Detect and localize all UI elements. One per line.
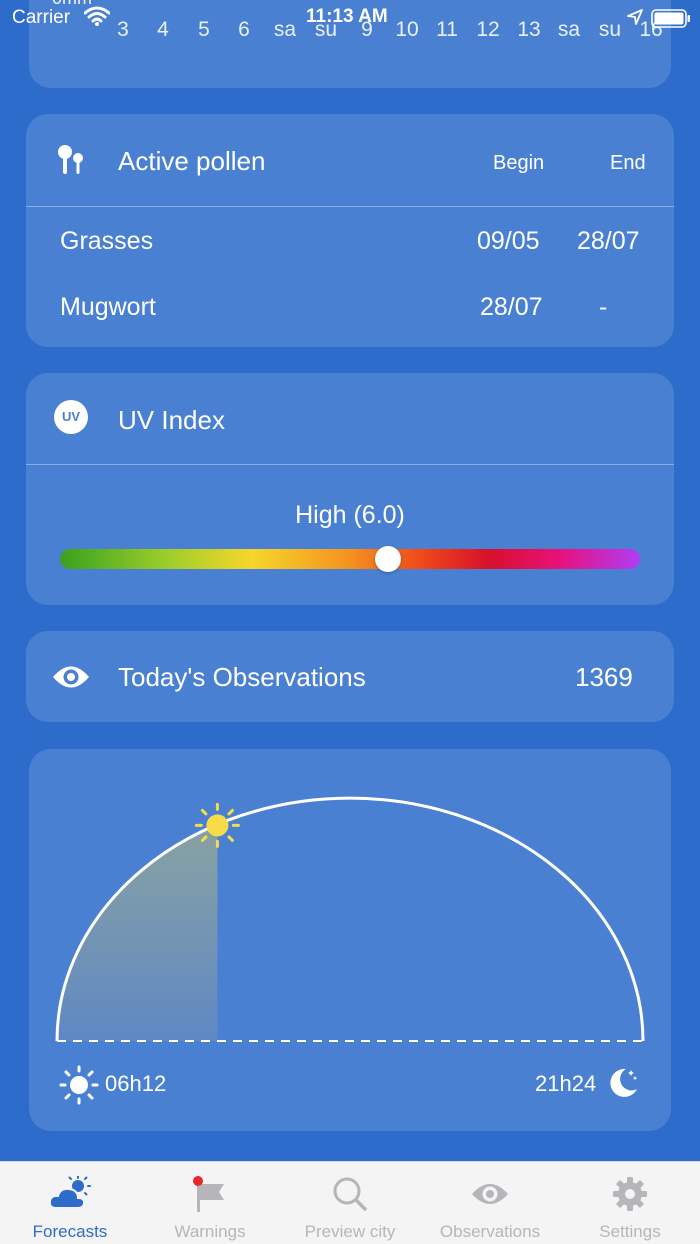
tab-settings[interactable]: Settings: [560, 1162, 700, 1244]
tab-observations[interactable]: Observations: [420, 1162, 560, 1244]
observations-count: 1369: [575, 662, 633, 692]
tab-label: Forecasts: [32, 1222, 108, 1241]
tab-forecasts[interactable]: Forecasts: [0, 1162, 140, 1244]
pollen-end-date: 28/07: [577, 227, 640, 255]
pollen-name: Mugwort: [60, 293, 156, 321]
begin-column-header: Begin: [493, 152, 545, 174]
cloud-sun-icon: [48, 1175, 92, 1215]
tab-bar: Forecasts Warnings Preview city Observat…: [0, 1161, 700, 1244]
sunrise-time: 06h12: [105, 1071, 167, 1096]
active-pollen-card[interactable]: Active pollen Begin End Grasses 09/05 28…: [26, 114, 674, 347]
moon-icon: [606, 1065, 640, 1104]
pollen-end-date: -: [599, 293, 608, 321]
tab-label: Warnings: [174, 1222, 246, 1241]
pollen-begin-date: 28/07: [480, 293, 543, 321]
uv-level-text: High (6.0): [295, 501, 405, 529]
tab-label: Preview city: [304, 1222, 396, 1241]
sun-path-card: 06h12 21h24: [29, 749, 671, 1131]
eye-icon: [470, 1176, 510, 1217]
pollen-begin-date: 09/05: [477, 227, 540, 255]
wifi-icon: [83, 6, 111, 32]
uv-indicator-knob: [374, 546, 401, 572]
uv-index-card[interactable]: UV UV Index High (6.0): [26, 373, 674, 605]
sunrise-icon: [59, 1065, 99, 1110]
observations-title: Today's Observations: [118, 662, 366, 692]
search-icon: [332, 1176, 368, 1217]
tab-warnings[interactable]: Warnings: [140, 1162, 280, 1244]
divider: [26, 464, 674, 465]
sun-position-icon: [194, 802, 240, 848]
carrier-label: Carrier: [12, 7, 71, 28]
uv-title: UV Index: [118, 405, 225, 435]
clock: 11:13 AM: [306, 6, 388, 27]
flag-icon: [192, 1176, 228, 1217]
tab-label: Observations: [439, 1222, 541, 1241]
end-column-header: End: [610, 152, 646, 174]
pollen-title: Active pollen: [118, 146, 266, 176]
todays-observations-card[interactable]: Today's Observations 1369: [26, 631, 674, 722]
uv-scale-bar: [60, 546, 640, 572]
status-bar: 0mm Carrier 11:13 AM: [0, 0, 700, 40]
eye-icon: [52, 664, 90, 695]
gear-icon: [612, 1176, 648, 1217]
sunset-time: 21h24: [535, 1071, 597, 1096]
location-arrow-icon: [626, 8, 644, 32]
tab-label: Settings: [599, 1222, 661, 1241]
elapsed-daylight-area: [57, 798, 218, 1041]
pollen-name: Grasses: [60, 227, 154, 255]
divider: [26, 206, 674, 207]
uv-icon: UV: [54, 400, 88, 434]
tab-preview-city[interactable]: Preview city: [280, 1162, 420, 1244]
pollen-icon: [56, 144, 86, 181]
battery-icon: [651, 9, 691, 35]
